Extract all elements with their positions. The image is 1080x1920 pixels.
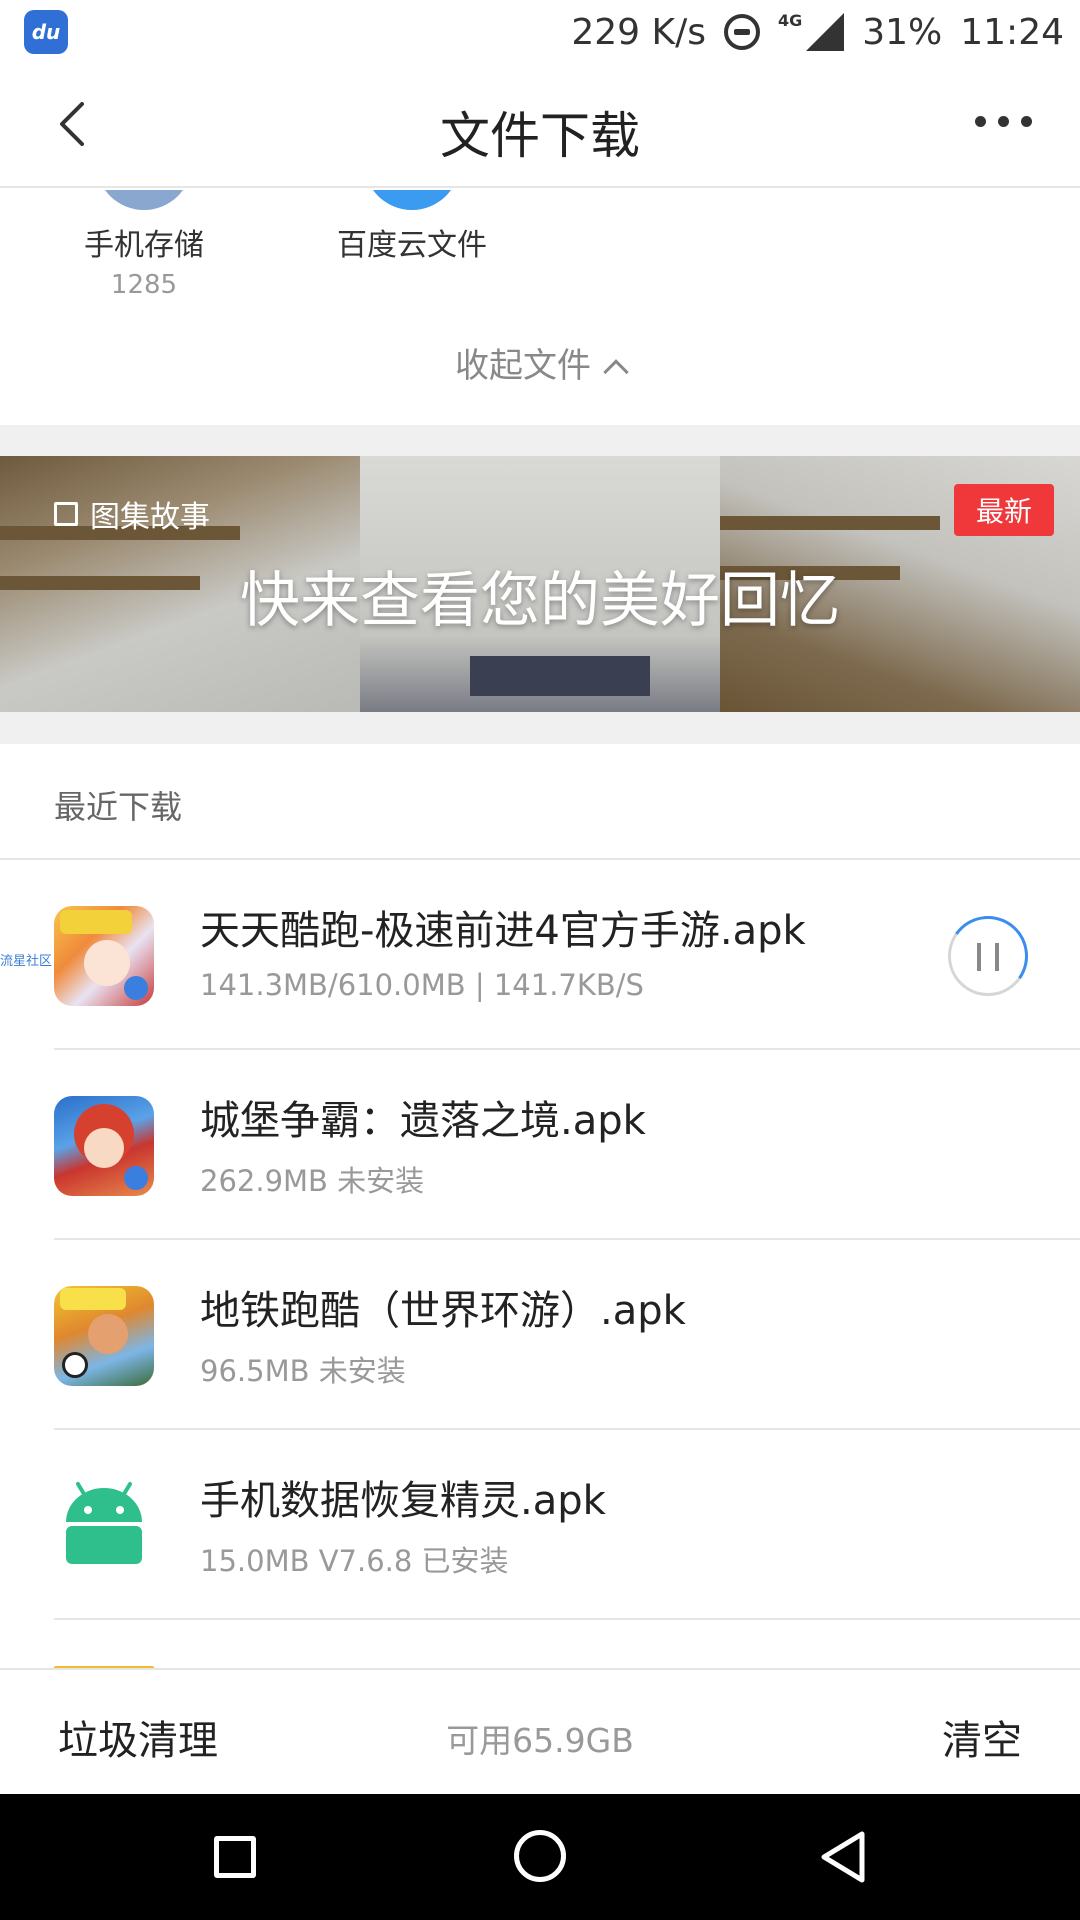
banner-tag-label: 图集故事	[90, 500, 210, 535]
signal-strength-icon	[806, 13, 845, 51]
new-badge: 最新	[954, 484, 1054, 536]
net-speed: 229 K/s	[571, 11, 706, 53]
clock: 11:24	[960, 11, 1064, 53]
phone-storage-icon	[96, 190, 192, 210]
baidu-cloud-icon	[364, 190, 460, 210]
network-type: 4G	[777, 11, 803, 30]
bottom-action-bar: 垃圾清理 可用65.9GB 清空	[0, 1668, 1080, 1794]
more-options-icon[interactable]	[975, 116, 1032, 127]
status-bar: du 229 K/s 4G 31% 11:24	[0, 0, 1080, 64]
clear-button[interactable]: 清空	[942, 1708, 1022, 1766]
storage-section: 手机存储 1285 百度云文件 收起文件	[0, 190, 1080, 425]
download-row[interactable]: 流星社区 天天酷跑-极速前进4官方手游.apk 141.3MB/610.0MB …	[0, 860, 1080, 1050]
do-not-disturb-icon	[723, 14, 760, 50]
storage-label: 百度云文件	[337, 228, 487, 263]
system-nav-bar	[0, 1794, 1080, 1920]
file-meta: 15.0MB V7.6.8 已安装	[200, 1544, 509, 1578]
download-row[interactable]: 手机数据恢复精灵.apk 15.0MB V7.6.8 已安装	[0, 1430, 1080, 1620]
chevron-up-icon	[603, 359, 629, 385]
available-space: 可用65.9GB	[446, 1721, 634, 1760]
home-icon[interactable]	[514, 1830, 566, 1882]
file-name: 城堡争霸：遗落之境.apk	[200, 1098, 646, 1144]
header: 文件下载	[0, 64, 1080, 188]
chengbao-zhengba-icon	[54, 1096, 154, 1196]
download-row[interactable]: 城堡争霸：遗落之境.apk 262.9MB 未安装	[0, 1050, 1080, 1240]
album-icon	[54, 502, 78, 526]
pause-icon	[977, 943, 999, 971]
download-row[interactable]: 地铁跑酷（世界环游）.apk 96.5MB 未安装	[0, 1240, 1080, 1430]
banner-tag: 图集故事	[54, 492, 210, 536]
download-row-partial[interactable]	[0, 1620, 1080, 1668]
page-title: 文件下载	[440, 107, 640, 165]
status-indicators: 229 K/s 4G 31% 11:24	[571, 8, 1064, 56]
file-meta: 262.9MB 未安装	[200, 1164, 425, 1198]
file-meta: 96.5MB 未安装	[200, 1354, 406, 1388]
storage-count: 1285	[110, 270, 178, 300]
nav-back-icon[interactable]	[818, 1830, 868, 1884]
recent-downloads: 最近下载 流星社区 天天酷跑-极速前进4官方手游.apk 141.3MB/610…	[0, 744, 1080, 1668]
file-name: 手机数据恢复精灵.apk	[200, 1478, 606, 1524]
section-title: 最近下载	[54, 788, 183, 826]
signal-indicator: 4G	[777, 11, 845, 51]
section-divider	[0, 425, 1080, 456]
baidu-app-logo-icon: du	[24, 10, 68, 54]
storage-label: 手机存储	[84, 228, 204, 263]
pause-download-button[interactable]	[941, 909, 1035, 1003]
file-meta: 141.3MB/610.0MB | 141.7KB/S	[200, 968, 644, 1002]
collapse-label: 收起文件	[455, 346, 591, 386]
recents-icon[interactable]	[214, 1836, 256, 1878]
phone-storage-entry[interactable]: 手机存储 1285	[64, 190, 224, 300]
section-divider	[0, 712, 1080, 744]
watermark-text: 流星社区	[0, 954, 53, 969]
android-icon	[66, 1482, 142, 1564]
file-name: 地铁跑酷（世界环游）.apk	[200, 1288, 686, 1334]
subway-surfers-icon	[54, 1286, 154, 1386]
file-name: 天天酷跑-极速前进4官方手游.apk	[200, 908, 806, 954]
baidu-cloud-entry[interactable]: 百度云文件	[322, 190, 502, 264]
banner-headline: 快来查看您的美好回忆	[240, 566, 840, 636]
battery-level: 31%	[862, 11, 943, 53]
photo-story-banner[interactable]: 图集故事 快来查看您的美好回忆 最新	[0, 456, 1080, 712]
tiantian-kupao-icon	[54, 906, 154, 1006]
collapse-files-button[interactable]: 收起文件	[0, 338, 1080, 387]
